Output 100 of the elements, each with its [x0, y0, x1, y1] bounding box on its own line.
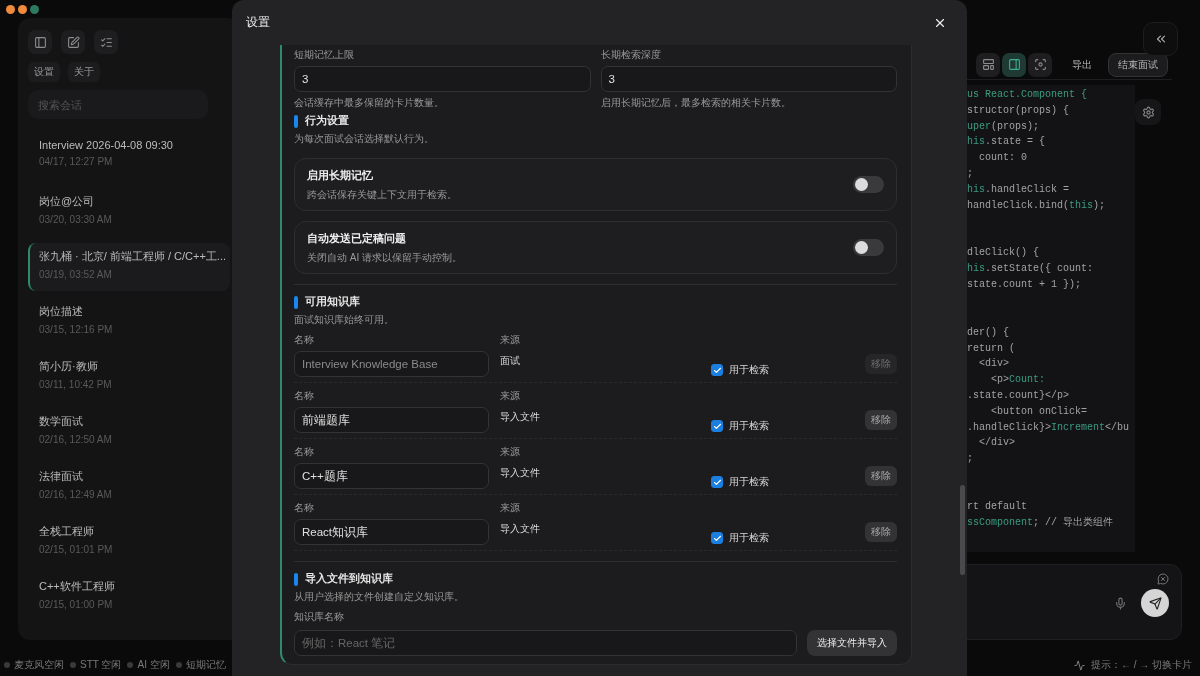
retrieval-checkbox[interactable]: 用于检索: [711, 531, 854, 545]
checkbox[interactable]: [711, 532, 723, 544]
session-time: 04/17, 12:27 PM: [39, 156, 113, 167]
export-button[interactable]: 导出: [1062, 52, 1102, 77]
session-item[interactable]: 岗位描述 03/15, 12:16 PM: [28, 298, 230, 346]
toggle-switch[interactable]: [853, 176, 884, 193]
code-line: .handleClick}>Increment</bu: [967, 420, 1130, 435]
code-line: <div>: [978, 357, 1009, 372]
code-line: handleClick.bind(this);: [967, 198, 1106, 213]
remove-button[interactable]: 移除: [865, 410, 897, 430]
session-item[interactable]: 简小历·教师 03/11, 10:42 PM: [28, 353, 230, 401]
code-line: rt default: [967, 499, 1027, 514]
section-marker: [294, 295, 298, 309]
sidebar-toggle-button[interactable]: [28, 30, 52, 54]
source-value: 面试: [500, 354, 520, 368]
session-item[interactable]: 数学面试 02/16, 12:50 AM: [28, 408, 230, 456]
dialog-title: 设置: [246, 14, 270, 31]
session-item[interactable]: 张九桶 · 北京/ 前端工程师 / C/C++工... 03/19, 03:52 AM: [28, 243, 230, 291]
toggle-title: 启用长期记忆: [307, 167, 373, 183]
code-line: dleClick() {: [967, 246, 1039, 261]
end-interview-button[interactable]: 结束面试: [1108, 52, 1168, 77]
code-line: his.handleClick =: [967, 182, 1070, 197]
field-label: 来源: [500, 445, 520, 459]
session-item[interactable]: C++软件工程师 02/15, 01:00 PM: [28, 573, 230, 621]
code-line: structor(props) {: [967, 103, 1070, 118]
field-label: 长期检索深度: [600, 48, 661, 62]
checkbox-label: 用于检索: [729, 419, 769, 433]
session-title: 岗位描述: [39, 304, 83, 319]
field-label: 来源: [500, 501, 520, 515]
checklist-button[interactable]: [94, 30, 118, 54]
field-label: 来源: [500, 333, 520, 347]
field-label: 来源: [500, 389, 520, 403]
checkbox-label: 用于检索: [729, 363, 769, 377]
view-button[interactable]: [1002, 52, 1026, 77]
collapse-button[interactable]: [1143, 22, 1178, 56]
number-field[interactable]: 3: [294, 66, 591, 92]
status-dot: [70, 662, 76, 668]
settings-button[interactable]: [1135, 99, 1161, 125]
check-icon: [712, 533, 722, 543]
field-hint: 会话缓存中最多保留的卡片数量。: [294, 96, 444, 110]
name-field[interactable]: 前端题库: [294, 407, 489, 433]
check-icon: [712, 365, 722, 375]
session-time: 03/19, 03:52 AM: [39, 269, 112, 280]
view-button[interactable]: [976, 52, 1000, 77]
remove-button[interactable]: 移除: [865, 522, 897, 542]
field-label: 名称: [294, 389, 314, 403]
code-line: return (: [967, 341, 1015, 356]
status-item: STT 空闲: [70, 658, 122, 672]
session-title: 全栈工程师: [39, 524, 94, 539]
session-time: 02/16, 12:50 AM: [39, 434, 112, 445]
status-item: 麦克风空闲: [4, 658, 64, 672]
section-description: 从用户选择的文件创建自定义知识库。: [294, 590, 464, 604]
import-button[interactable]: 选择文件并导入: [807, 630, 897, 656]
session-item[interactable]: 全栈工程师 02/15, 01:01 PM: [28, 518, 230, 566]
code-line: ;: [967, 167, 973, 181]
toggle-title: 自动发送已定稿问题: [307, 230, 406, 246]
activity-icon: [1073, 659, 1085, 671]
session-title: Interview 2026-04-08 09:30: [39, 139, 173, 151]
status-item: AI 空闲: [127, 658, 170, 672]
sidebar-button[interactable]: 设置: [28, 62, 60, 82]
window-controls-drawing[interactable]: [6, 4, 40, 14]
scrollbar-thumb[interactable]: [960, 485, 965, 575]
session-title: 岗位@公司: [39, 194, 95, 209]
settings-icon: [1141, 105, 1155, 119]
number-field[interactable]: 3: [600, 66, 897, 92]
checkbox[interactable]: [711, 476, 723, 488]
session-item[interactable]: 岗位@公司 03/20, 03:30 AM: [28, 188, 230, 236]
session-item[interactable]: 法律面试 02/16, 12:49 AM: [28, 463, 230, 511]
checklist-icon: [99, 35, 113, 49]
toggle-switch[interactable]: [853, 239, 884, 256]
panel-left-icon: [33, 35, 47, 49]
check-icon: [712, 477, 722, 487]
code-line: uper(props);: [967, 119, 1040, 134]
new-session-button[interactable]: [61, 30, 85, 54]
sidebar-button[interactable]: 关于: [68, 62, 100, 82]
name-field[interactable]: C++题库: [294, 463, 489, 489]
session-time: 03/15, 12:16 PM: [39, 324, 113, 335]
microphone-button[interactable]: [1114, 596, 1127, 610]
session-item[interactable]: Interview 2026-04-08 09:30 04/17, 12:27 PM: [28, 133, 230, 181]
remove-button[interactable]: 移除: [865, 466, 897, 486]
clear-chat-button[interactable]: [1157, 573, 1169, 585]
name-field[interactable]: React知识库: [294, 519, 489, 545]
view-button[interactable]: [1028, 52, 1052, 77]
status-dot: [127, 662, 134, 668]
retrieval-checkbox[interactable]: 用于检索: [711, 419, 854, 433]
session-title: C++软件工程师: [39, 579, 115, 594]
session-time: 02/15, 01:00 PM: [39, 599, 113, 610]
session-time: 02/15, 01:01 PM: [39, 544, 113, 555]
source-value: 导入文件: [500, 522, 540, 536]
send-button[interactable]: [1141, 589, 1169, 617]
check-icon: [712, 421, 722, 431]
session-time: 03/20, 03:30 AM: [39, 214, 112, 225]
code-line: ;: [967, 452, 973, 467]
checkbox[interactable]: [711, 420, 723, 432]
toggle-description: 关闭自动 AI 请求以保留手动控制。: [307, 250, 462, 265]
session-time: 03/11, 10:42 PM: [39, 379, 112, 390]
retrieval-checkbox[interactable]: 用于检索: [711, 475, 854, 489]
status-dot: [175, 662, 182, 668]
section-title: 导入文件到知识库: [305, 572, 393, 586]
knowledge-name-field[interactable]: 例如：React 笔记: [294, 630, 797, 656]
